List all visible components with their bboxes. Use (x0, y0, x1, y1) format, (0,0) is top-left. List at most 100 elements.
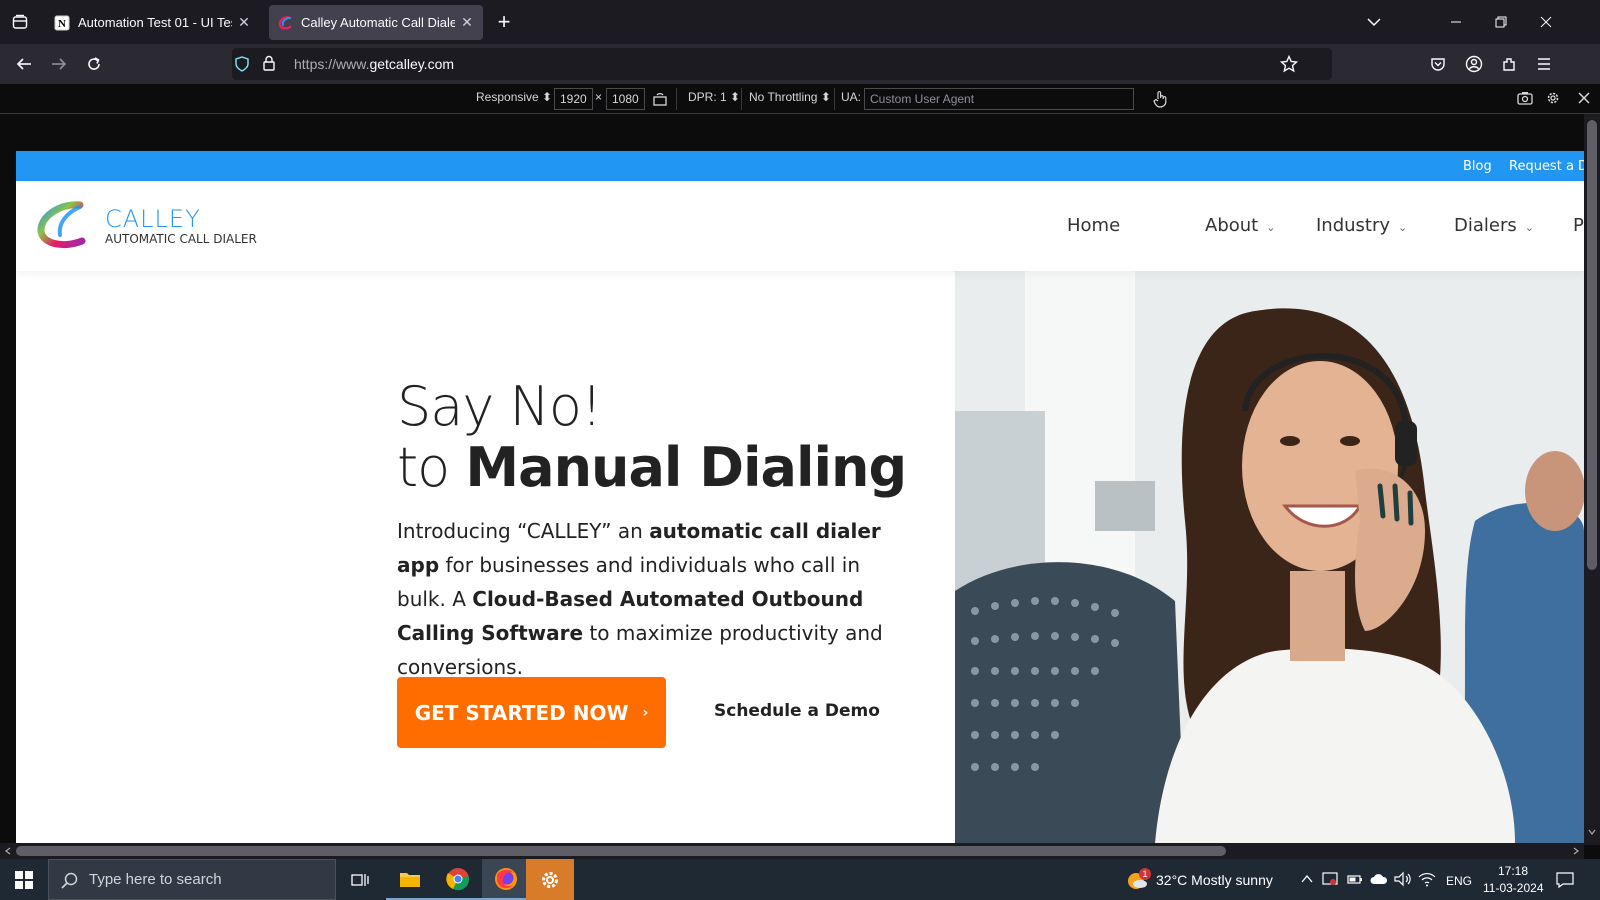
chevron-down-icon: ⌄ (1266, 221, 1276, 234)
menu-home[interactable]: Home (1067, 215, 1120, 236)
clock-date[interactable]: 11-03-2024 (1483, 881, 1544, 895)
site-header: CALLEY AUTOMATIC CALL DIALER Home About ⌄… (16, 181, 1584, 271)
security-tray-icon[interactable] (1322, 871, 1338, 892)
windows-taskbar: Type here to search 1 32°C Mostly sunny … (0, 859, 1600, 900)
menu-partial[interactable]: P (1573, 215, 1584, 236)
account-icon[interactable] (1460, 50, 1488, 78)
new-tab-icon[interactable]: + (490, 8, 518, 36)
hero-heading-line1: Say No! (397, 375, 603, 438)
menu-industry[interactable]: Industry ⌄ (1316, 215, 1407, 236)
menu-label: Dialers (1454, 215, 1517, 236)
schedule-demo-link[interactable]: Schedule a Demo (714, 701, 880, 721)
viewport-height-input[interactable]: 1080 (606, 88, 645, 110)
dimension-separator: × (595, 90, 603, 104)
brand-tagline: AUTOMATIC CALL DIALER (105, 232, 257, 246)
hero-photo-agent-with-headset (955, 271, 1584, 843)
dpr-label: DPR: 1 (688, 90, 727, 104)
list-all-tabs-icon[interactable] (1360, 8, 1388, 36)
throttling-label: No Throttling (749, 90, 818, 104)
lock-icon[interactable] (262, 55, 276, 76)
notion-icon: N (54, 15, 70, 30)
firefox-icon[interactable] (482, 859, 530, 900)
throttling-selector[interactable]: No Throttling ⬍ (749, 90, 831, 104)
extensions-icon[interactable] (1495, 50, 1523, 78)
firefox-view-icon[interactable] (6, 8, 34, 36)
menu-label: About (1205, 215, 1259, 236)
search-icon (61, 872, 78, 893)
close-tab-icon[interactable]: ✕ (236, 14, 252, 31)
menu-hamburger-icon[interactable] (1530, 50, 1558, 78)
hero-heading-bold: Manual Dialing (465, 436, 907, 499)
chrome-icon[interactable] (434, 859, 482, 900)
url-prefix: https://www. (294, 56, 370, 72)
notifications-icon[interactable] (1556, 871, 1574, 894)
tracking-protection-icon[interactable] (234, 56, 250, 77)
clock-time[interactable]: 17:18 (1498, 864, 1528, 878)
menu-about[interactable]: About ⌄ (1205, 215, 1275, 236)
calley-favicon-icon (278, 15, 292, 30)
url-text[interactable]: https://www.getcalley.com (294, 56, 454, 72)
search-placeholder: Type here to search (89, 871, 222, 888)
get-started-button[interactable]: GET STARTED NOW › (397, 677, 666, 748)
device-label: Responsive (476, 90, 539, 104)
onedrive-cloud-icon[interactable] (1370, 872, 1388, 890)
rotate-viewport-icon[interactable] (652, 91, 668, 110)
chevron-down-icon: ⌄ (1524, 221, 1534, 234)
hero-intro: Introducing “CALLEY” an automatic call d… (397, 514, 897, 684)
taskbar-search-box[interactable]: Type here to search (48, 859, 336, 900)
intro-text: Introducing “CALLEY” an (397, 519, 650, 543)
weather-badge: 1 (1139, 868, 1151, 880)
back-icon[interactable] (10, 50, 38, 78)
screenshot-icon[interactable] (1517, 91, 1533, 108)
chevron-down-icon: ⌄ (1398, 221, 1408, 234)
windows-start-icon[interactable] (0, 859, 48, 900)
hero-heading-line2: to Manual Dialing (397, 436, 907, 499)
browser-nav-bar: https://www.getcalley.com (0, 44, 1600, 84)
dpr-selector[interactable]: DPR: 1 ⬍ (688, 90, 740, 104)
battery-icon[interactable] (1347, 871, 1363, 892)
brand-name[interactable]: CALLEY (105, 205, 201, 233)
url-bar[interactable]: https://www.getcalley.com (232, 48, 1332, 80)
user-agent-input[interactable]: Custom User Agent (864, 88, 1134, 110)
close-tab-icon[interactable]: ✕ (459, 14, 475, 31)
settings-app-icon[interactable] (526, 859, 574, 900)
browser-tab-strip: N Automation Test 01 - UI Testing ✕ Call… (0, 0, 1600, 44)
forward-icon[interactable] (45, 50, 73, 78)
file-explorer-icon[interactable] (386, 859, 434, 900)
wifi-icon[interactable] (1418, 871, 1436, 892)
minimize-icon[interactable] (1442, 8, 1470, 36)
close-window-icon[interactable] (1532, 8, 1560, 36)
site-top-bar: Blog Request a De (16, 151, 1584, 181)
viewport-width-input[interactable]: 1920 (554, 88, 593, 110)
bookmark-star-icon[interactable] (1279, 54, 1299, 78)
tab-title: Calley Automatic Call Dialer For (301, 15, 455, 30)
pocket-icon[interactable] (1424, 50, 1452, 78)
task-view-icon[interactable] (336, 859, 384, 900)
hero-heading-prefix: to (397, 436, 466, 499)
language-indicator[interactable]: ENG (1446, 874, 1472, 888)
request-demo-link[interactable]: Request a De (1509, 159, 1584, 174)
menu-label: P (1573, 215, 1584, 236)
webpage: Blog Request a De CALLEY AUTOMATIC CALL … (16, 151, 1584, 843)
restore-icon[interactable] (1487, 8, 1515, 36)
chevron-right-icon: › (642, 704, 649, 721)
reload-icon[interactable] (80, 50, 108, 78)
settings-gear-icon[interactable] (1545, 90, 1561, 109)
url-domain: getcalley.com (369, 56, 455, 72)
close-rdm-icon[interactable] (1577, 91, 1591, 108)
menu-label: Home (1067, 215, 1121, 236)
touch-simulation-icon[interactable] (1152, 90, 1168, 111)
volume-icon[interactable] (1394, 871, 1412, 892)
show-hidden-icons-chevron-icon[interactable] (1301, 872, 1313, 890)
vertical-scroll-thumb[interactable] (1587, 120, 1597, 570)
cta-label: GET STARTED NOW (414, 700, 629, 725)
hero-section: Say No! to Manual Dialing Introducing “C… (16, 271, 955, 843)
calley-logo-icon[interactable] (36, 201, 88, 256)
weather-text[interactable]: 32°C Mostly sunny (1156, 872, 1273, 888)
blog-link[interactable]: Blog (1463, 159, 1492, 174)
horizontal-scroll-thumb[interactable] (16, 846, 1226, 856)
menu-dialers[interactable]: Dialers ⌄ (1454, 215, 1534, 236)
tab-automation-test[interactable]: N Automation Test 01 - UI Testing ✕ (46, 5, 260, 40)
tab-calley[interactable]: Calley Automatic Call Dialer For ✕ (269, 5, 483, 40)
device-selector[interactable]: Responsive ⬍ (476, 90, 552, 104)
